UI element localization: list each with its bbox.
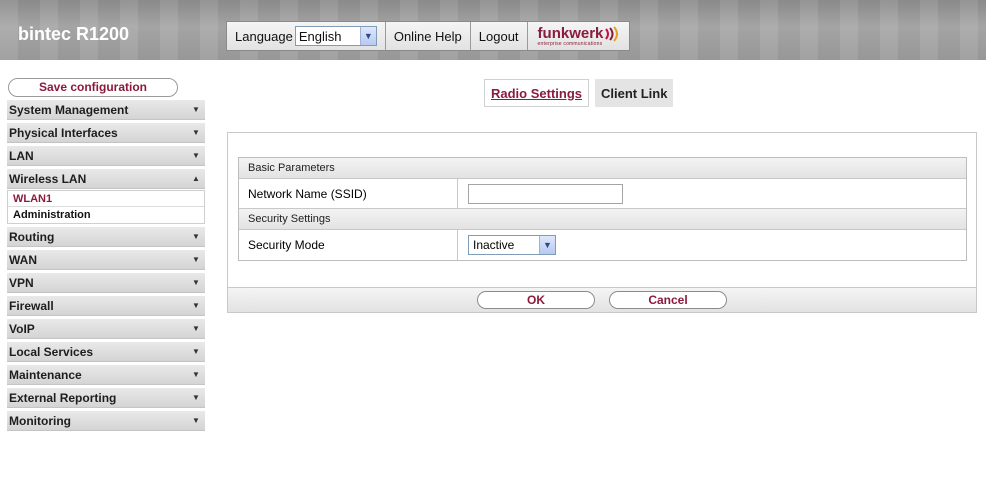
security-mode-label: Security Mode xyxy=(239,230,458,260)
sidebar-subitem-wlan1[interactable]: WLAN1 xyxy=(8,191,204,207)
security-mode-value-cell: Inactive ▼ xyxy=(458,230,966,260)
signal-waves-icon xyxy=(605,25,619,42)
chevron-down-icon: ▼ xyxy=(192,278,200,287)
chevron-down-icon: ▼ xyxy=(192,416,200,425)
sidebar-item-label: WAN xyxy=(9,252,37,267)
settings-form: Basic Parameters Network Name (SSID) Sec… xyxy=(238,157,967,261)
sidebar-item-system-management[interactable]: System Management ▼ xyxy=(7,100,205,120)
sidebar-item-label: System Management xyxy=(9,102,129,117)
form-row-security-mode: Security Mode Inactive ▼ xyxy=(239,230,966,260)
sidebar-item-wan[interactable]: WAN ▼ xyxy=(7,250,205,270)
sidebar-subitem-administration[interactable]: Administration xyxy=(8,207,204,223)
page-tabs: Radio Settings Client Link xyxy=(484,79,674,107)
cancel-button[interactable]: Cancel xyxy=(609,291,727,309)
sidebar-item-label: Routing xyxy=(9,229,55,244)
logout-link[interactable]: Logout xyxy=(470,22,528,50)
save-configuration-button[interactable]: Save configuration xyxy=(8,78,178,97)
language-label: Language xyxy=(235,28,293,44)
sidebar-item-label: Monitoring xyxy=(9,413,71,428)
sidebar-item-label: Wireless LAN xyxy=(9,171,87,186)
funkwerk-logo: funkwerk enterprise communications xyxy=(527,22,630,50)
product-title: bintec R1200 xyxy=(18,24,130,44)
sidebar-item-external-reporting[interactable]: External Reporting ▼ xyxy=(7,388,205,408)
security-mode-select[interactable]: Inactive ▼ xyxy=(468,235,556,255)
security-mode-value: Inactive xyxy=(473,238,515,252)
chevron-down-icon: ▼ xyxy=(192,151,200,160)
chevron-down-icon: ▼ xyxy=(192,347,200,356)
menu-list: System Management ▼ Physical Interfaces … xyxy=(7,100,205,431)
sidebar-item-vpn[interactable]: VPN ▼ xyxy=(7,273,205,293)
settings-panel: Basic Parameters Network Name (SSID) Sec… xyxy=(227,132,977,313)
language-cell: Language English ▼ xyxy=(227,22,386,50)
sidebar-item-label: LAN xyxy=(9,148,34,163)
sidebar-item-firewall[interactable]: Firewall ▼ xyxy=(7,296,205,316)
section-header-basic: Basic Parameters xyxy=(239,158,966,179)
chevron-down-icon: ▼ xyxy=(192,324,200,333)
form-row-ssid: Network Name (SSID) xyxy=(239,179,966,209)
chevron-down-icon[interactable]: ▼ xyxy=(539,236,555,254)
ssid-input[interactable] xyxy=(468,183,623,204)
header-bar: bintec R1200 Language English ▼ Online H… xyxy=(0,0,986,60)
sidebar-item-monitoring[interactable]: Monitoring ▼ xyxy=(7,411,205,431)
sidebar-item-label: Firewall xyxy=(9,298,54,313)
sidebar-item-maintenance[interactable]: Maintenance ▼ xyxy=(7,365,205,385)
chevron-down-icon: ▼ xyxy=(192,255,200,264)
chevron-down-icon: ▼ xyxy=(192,232,200,241)
sidebar-item-local-services[interactable]: Local Services ▼ xyxy=(7,342,205,362)
sidebar-item-wireless-lan[interactable]: Wireless LAN ▲ xyxy=(7,169,205,189)
language-select[interactable]: English ▼ xyxy=(294,26,377,46)
chevron-up-icon: ▲ xyxy=(192,174,200,183)
sidebar-item-physical-interfaces[interactable]: Physical Interfaces ▼ xyxy=(7,123,205,143)
chevron-down-icon[interactable]: ▼ xyxy=(359,27,376,45)
sidebar-item-label: Local Services xyxy=(9,344,94,359)
sidebar-item-label: External Reporting xyxy=(9,390,117,405)
ok-button[interactable]: OK xyxy=(477,291,595,309)
section-header-security: Security Settings xyxy=(239,209,966,230)
wireless-lan-submenu: WLAN1 Administration xyxy=(7,190,205,224)
logo-wordmark: funkwerk xyxy=(537,25,604,42)
ssid-label: Network Name (SSID) xyxy=(239,179,458,208)
chevron-down-icon: ▼ xyxy=(192,393,200,402)
sidebar-nav: Save configuration System Management ▼ P… xyxy=(7,78,205,434)
sidebar-item-label: VPN xyxy=(9,275,34,290)
sidebar-item-label: Physical Interfaces xyxy=(9,125,118,140)
chevron-down-icon: ▼ xyxy=(192,105,200,114)
sidebar-item-lan[interactable]: LAN ▼ xyxy=(7,146,205,166)
sidebar-item-routing[interactable]: Routing ▼ xyxy=(7,227,205,247)
form-button-bar: OK Cancel xyxy=(228,287,976,312)
sidebar-item-label: VoIP xyxy=(9,321,35,336)
chevron-down-icon: ▼ xyxy=(192,301,200,310)
logo-tagline: enterprise communications xyxy=(537,40,603,47)
sidebar-item-label: Maintenance xyxy=(9,367,82,382)
online-help-link[interactable]: Online Help xyxy=(385,22,471,50)
ssid-value-cell xyxy=(458,179,966,208)
top-toolbar: Language English ▼ Online Help Logout fu… xyxy=(226,21,631,51)
sidebar-item-voip[interactable]: VoIP ▼ xyxy=(7,319,205,339)
tab-client-link[interactable]: Client Link xyxy=(595,79,674,107)
language-value: English xyxy=(298,28,342,44)
tab-radio-settings[interactable]: Radio Settings xyxy=(484,79,590,107)
chevron-down-icon: ▼ xyxy=(192,128,200,137)
chevron-down-icon: ▼ xyxy=(192,370,200,379)
